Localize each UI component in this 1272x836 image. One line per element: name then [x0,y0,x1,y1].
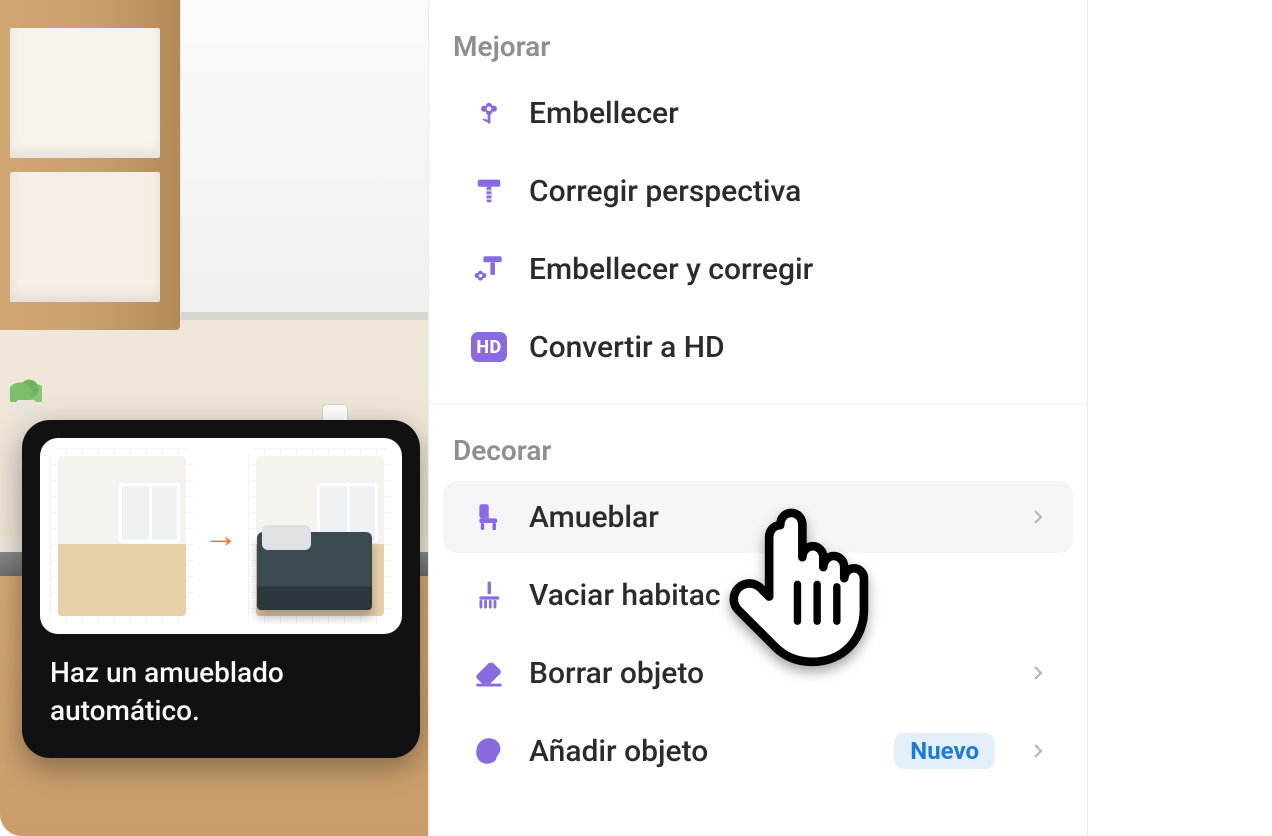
plant-decor [10,370,42,416]
tooltip-text: Haz un amueblado automático. [40,634,402,732]
tools-menu: Mejorar Embellecer Corregir perspectiva … [428,0,1088,836]
chevron-right-icon [1029,737,1047,765]
before-after-preview: → [40,438,402,634]
menu-item-convert-hd[interactable]: HD Convertir a HD [443,311,1073,383]
flower-tsquare-icon [471,251,507,287]
broom-icon [471,577,507,613]
menu-item-label: Amueblar [529,500,659,535]
after-image [248,448,392,624]
chair-icon [471,499,507,535]
app-stage: → Haz un amueblado automático. Mejorar E… [0,0,1272,836]
menu-item-furnish[interactable]: Amueblar [443,481,1073,553]
blob-icon [471,733,507,769]
section-label-decorate: Decorar [429,404,1087,475]
menu-item-perspective[interactable]: Corregir perspectiva [443,155,1073,227]
flower-icon [471,95,507,131]
new-badge: Nuevo [894,733,995,769]
section-label-improve: Mejorar [429,0,1087,71]
menu-item-label: Añadir objeto [529,734,708,769]
shelf-opening [10,28,160,158]
eraser-icon [471,655,507,691]
hd-icon: HD [471,329,507,365]
menu-item-label: Embellecer y corregir [529,252,813,287]
menu-item-label: Vaciar habitac [529,578,721,613]
menu-item-label: Borrar objeto [529,656,704,691]
before-image [50,448,194,624]
shelf-opening [10,172,160,302]
menu-item-add-object[interactable]: Añadir objeto Nuevo [443,715,1073,787]
hd-badge: HD [471,332,507,362]
menu-item-label: Embellecer [529,96,679,131]
t-square-icon [471,173,507,209]
arrow-icon: → [204,516,238,556]
menu-item-label: Corregir perspectiva [529,174,801,209]
upper-cabinet [180,0,428,320]
menu-item-empty-room[interactable]: Vaciar habitac [443,559,1073,631]
menu-item-beautify-and-correct[interactable]: Embellecer y corregir [443,233,1073,305]
tooltip-card: → Haz un amueblado automático. [22,420,420,758]
chevron-right-icon [1029,503,1047,531]
menu-item-label: Convertir a HD [529,330,725,365]
chevron-right-icon [1029,659,1047,687]
right-gutter [1088,0,1272,836]
menu-item-erase-object[interactable]: Borrar objeto [443,637,1073,709]
wood-shelf [0,0,180,330]
menu-item-beautify[interactable]: Embellecer [443,77,1073,149]
